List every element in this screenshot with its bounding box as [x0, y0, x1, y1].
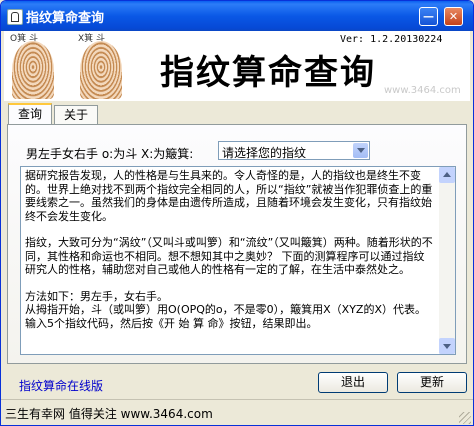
- refresh-button[interactable]: 更新: [397, 372, 467, 393]
- window-title: 指纹算命查询: [26, 11, 105, 26]
- app-lock-icon: [7, 9, 23, 25]
- status-bar: 三生有幸网 值得关注 www.3464.com: [1, 399, 473, 425]
- query-panel: 男左手女右手 o:为斗 X:为簸箕: 请选择您的指纹 据研究报告发现，人的性格是…: [7, 124, 467, 364]
- exit-button[interactable]: 退出: [318, 372, 388, 393]
- description-paragraph: 方法如下：男左手，女右手。: [25, 289, 168, 303]
- minimize-button[interactable]: —: [419, 7, 438, 26]
- app-window: 指纹算命查询 — ✕ O箕 斗 X箕 斗 Ver: 1.2.20130224 指…: [0, 0, 474, 426]
- tab-query[interactable]: 查询: [8, 103, 52, 124]
- vertical-scrollbar[interactable]: [439, 167, 455, 354]
- fingerprint-select-value: 请选择您的指纹: [222, 146, 307, 160]
- fingerprint-loop-icon: [80, 41, 122, 99]
- hand-instruction-label: 男左手女右手 o:为斗 X:为簸箕:: [26, 147, 194, 161]
- description-paragraph: 据研究报告发现，人的性格是与生具来的。令人奇怪的是，人的指纹也是终生不变的。世界…: [25, 169, 433, 223]
- scroll-down-icon[interactable]: [439, 338, 455, 354]
- resize-grip-icon[interactable]: [459, 412, 471, 424]
- close-button[interactable]: ✕: [444, 7, 463, 26]
- online-version-link[interactable]: 指纹算命在线版: [19, 377, 103, 394]
- description-paragraph: 指纹，大致可分为“涡纹”（又叫斗或叫箩）和“流纹”（又叫簸箕）两种。随着形状的不…: [25, 236, 433, 276]
- version-label: Ver: 1.2.20130224: [340, 34, 443, 45]
- description-textarea[interactable]: 据研究报告发现，人的性格是与生具来的。令人奇怪的是，人的指纹也是终生不变的。世界…: [20, 166, 456, 355]
- title-bar[interactable]: 指纹算命查询 — ✕: [1, 1, 473, 31]
- status-text: 三生有幸网 值得关注 www.3464.com: [5, 407, 213, 421]
- fingerprint-whorl-icon: [12, 41, 54, 99]
- fingerprint-select[interactable]: 请选择您的指纹: [218, 141, 370, 160]
- description-paragraph: 从拇指开始，斗（或叫箩）用O(OPQ的o，不是零0），簸箕用X（XYZ的X）代表…: [25, 303, 426, 330]
- tab-about[interactable]: 关于: [54, 105, 98, 124]
- chevron-down-icon[interactable]: [353, 143, 368, 158]
- banner-title: 指纹算命查询: [160, 53, 376, 93]
- scroll-up-icon[interactable]: [439, 167, 455, 183]
- banner: O箕 斗 X箕 斗 Ver: 1.2.20130224 指纹算命查询 www.3…: [4, 31, 470, 101]
- watermark: www.3464.com: [384, 85, 461, 96]
